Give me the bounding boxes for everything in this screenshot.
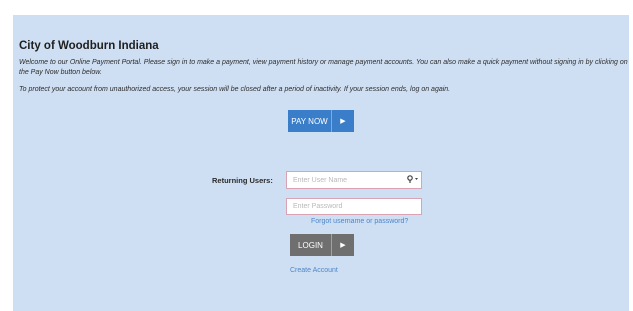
- login-button[interactable]: LOGIN ▶: [290, 234, 354, 256]
- returning-users-label: Returning Users:: [212, 176, 273, 185]
- password-input[interactable]: Enter Password: [286, 198, 422, 215]
- pay-now-label: PAY NOW: [291, 116, 328, 126]
- play-arrow-icon: ▶: [340, 118, 346, 125]
- forgot-credentials-link[interactable]: Forgot username or password?: [311, 218, 408, 225]
- pay-now-button[interactable]: PAY NOW ▶: [288, 110, 354, 132]
- password-placeholder: Enter Password: [293, 203, 343, 210]
- username-placeholder: Enter User Name: [293, 176, 348, 184]
- intro-text: Welcome to our Online Payment Portal. Pl…: [19, 59, 628, 76]
- play-arrow-icon: ▶: [340, 242, 346, 249]
- session-notice: To protect your account from unauthorize…: [19, 86, 451, 93]
- create-account-link[interactable]: Create Account: [290, 267, 338, 274]
- username-input[interactable]: Enter User Name: [286, 171, 422, 189]
- login-label: LOGIN: [298, 240, 323, 250]
- page-title: City of Woodburn Indiana: [19, 40, 159, 52]
- key-icon[interactable]: [405, 175, 421, 185]
